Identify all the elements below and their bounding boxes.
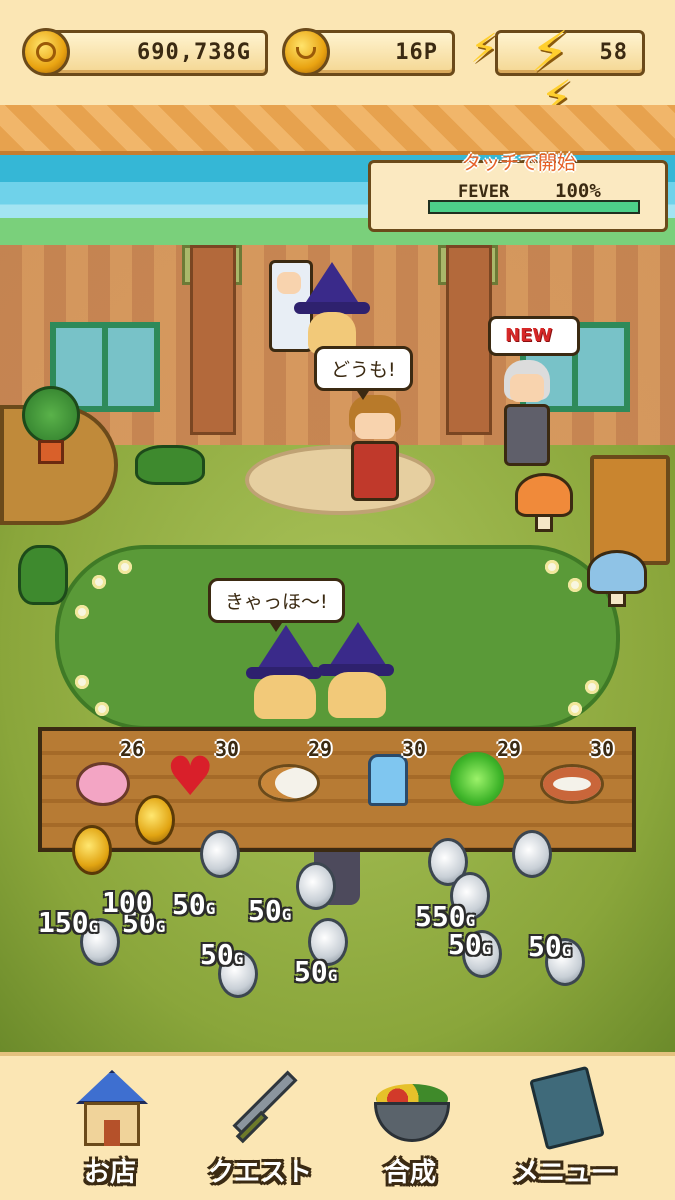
pillar xyxy=(190,245,236,435)
gold-earned-popup: 50G xyxy=(448,928,492,961)
gold-earned-popup: 50G xyxy=(200,938,244,971)
shopkeeper-player[interactable] xyxy=(345,395,405,505)
blue-mushroom-icon xyxy=(587,550,647,594)
nav-menu-label: メニュー xyxy=(512,1158,617,1188)
flower-decoration xyxy=(118,560,132,574)
fever-touch-prompt[interactable]: タッチで開始 xyxy=(462,148,576,175)
shelf-slot-fish[interactable] xyxy=(540,760,604,808)
gold-coin-icon[interactable] xyxy=(135,795,175,845)
witch-customer-left[interactable] xyxy=(246,625,322,720)
flower-decoration xyxy=(92,575,106,589)
nav-quest-label: クエスト xyxy=(207,1158,312,1188)
shop-house-icon xyxy=(70,1066,154,1150)
item-count: 30 xyxy=(402,737,427,761)
flower-decoration xyxy=(568,702,582,716)
gold-value: 690,738G xyxy=(137,40,251,65)
silver-coin-icon[interactable] xyxy=(200,830,240,878)
book-icon xyxy=(525,1065,609,1151)
round-rug xyxy=(245,445,435,515)
nav-shop-button[interactable]: お店 xyxy=(35,1060,185,1195)
new-badge-text: NEW xyxy=(505,325,553,346)
new-badge: NEW xyxy=(488,316,580,356)
fever-value: 100% xyxy=(555,180,601,202)
shelf-slot-dress[interactable] xyxy=(358,754,420,808)
fever-label: FEVER xyxy=(458,182,510,202)
flower-decoration xyxy=(568,578,582,592)
old-man-npc[interactable] xyxy=(500,360,555,470)
rabbit-topiary-icon xyxy=(18,545,68,605)
item-count: 26 xyxy=(120,737,145,761)
flower-decoration xyxy=(545,560,559,574)
rabbit-topiary-icon xyxy=(135,445,205,485)
shelf-slot-heart[interactable]: ♥ xyxy=(162,750,224,808)
bowl-icon xyxy=(370,1066,454,1150)
gold-coin-icon[interactable] xyxy=(72,825,112,875)
silver-coin-icon[interactable] xyxy=(296,862,336,910)
item-count: 30 xyxy=(215,737,240,761)
nav-craft-label: 合成 xyxy=(383,1158,436,1188)
nav-craft-button[interactable]: 合成 xyxy=(335,1060,485,1195)
item-count: 30 xyxy=(590,737,615,761)
flower-decoration xyxy=(75,675,89,689)
shelf-slot-curry[interactable] xyxy=(258,760,320,808)
flower-decoration xyxy=(95,702,109,716)
item-count: 29 xyxy=(497,737,522,761)
gold-counter[interactable]: 690,738G xyxy=(40,30,268,76)
witch-customer-right[interactable] xyxy=(318,622,394,722)
pillar xyxy=(446,245,492,435)
fever-gauge-fill xyxy=(430,202,638,212)
gold-earned-popup: 50G xyxy=(528,930,572,963)
gold-earned-popup: 50G xyxy=(294,955,338,988)
gold-earned-popup: 150G xyxy=(38,906,99,939)
silver-coin-icon[interactable] xyxy=(512,830,552,878)
customer-speech-bubble: きゃっほ〜! xyxy=(208,578,345,632)
shopkeeper-speech-text: どうも! xyxy=(331,359,396,381)
gold-earned-popup: 50G xyxy=(172,888,216,921)
donut-icon xyxy=(76,762,130,806)
gold-earned-popup: 100 xyxy=(102,886,153,919)
plant-pot xyxy=(38,440,64,464)
gold-coin-icon xyxy=(22,28,70,76)
gold-earned-popup: 50G xyxy=(248,894,292,927)
shopkeeper-speech-bubble: どうも! xyxy=(314,346,413,400)
item-count: 29 xyxy=(308,737,333,761)
nav-quest-button[interactable]: クエスト xyxy=(185,1060,335,1195)
wooden-cabinet xyxy=(590,455,670,565)
shelf-slot-sparkle[interactable] xyxy=(448,752,510,808)
blue-dress-icon xyxy=(368,754,408,806)
flower-decoration xyxy=(585,680,599,694)
potted-plant-icon xyxy=(22,386,80,444)
green-sparkle-icon xyxy=(450,752,504,806)
fever-gauge xyxy=(428,200,640,214)
lightning-icon: ⚡ xyxy=(470,26,499,72)
flower-decoration xyxy=(75,605,89,619)
witch-npc[interactable] xyxy=(292,262,372,357)
fish-plate-icon xyxy=(540,764,604,804)
nav-shop-label: お店 xyxy=(83,1158,136,1188)
curry-plate-icon xyxy=(258,764,320,802)
points-value: 16P xyxy=(395,40,438,65)
customer-speech-text: きゃっほ〜! xyxy=(225,591,328,613)
smile-medal-icon xyxy=(282,28,330,76)
energy-value: 58 xyxy=(599,40,628,65)
heart-icon: ♥ xyxy=(166,745,215,808)
shelf-slot-donut[interactable] xyxy=(72,760,134,808)
nav-menu-button[interactable]: メニュー xyxy=(490,1060,640,1195)
sword-icon xyxy=(220,1066,304,1150)
orange-mushroom-icon xyxy=(515,473,573,517)
